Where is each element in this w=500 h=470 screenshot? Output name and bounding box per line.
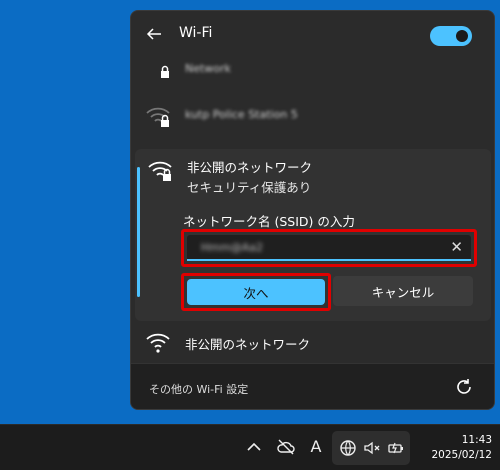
flyout-footer: その他の Wi-Fi 設定 [131,363,494,409]
security-status: セキュリティ保護あり [187,180,312,195]
network-name: kutp Police Station 5 [185,108,298,121]
hidden-network-title: 非公開のネットワーク [187,160,313,175]
quick-settings-tray[interactable] [332,431,410,465]
more-wifi-settings-link[interactable]: その他の Wi-Fi 設定 [149,381,248,397]
ssid-label: ネットワーク名 (SSID) の入力 [183,214,355,229]
network-name: Network [185,62,231,75]
toggle-knob [456,30,468,42]
network-item[interactable]: kutp Police Station 5 [131,95,494,139]
hidden-network-expanded: 非公開のネットワーク セキュリティ保護あり ネットワーク名 (SSID) の入力… [135,149,491,321]
hidden-network-name: 非公開のネットワーク [185,337,311,352]
chevron-up-icon[interactable] [244,437,264,457]
wifi-lock-icon [148,161,172,181]
ime-indicator[interactable]: A [306,437,326,457]
selection-accent [137,167,140,297]
battery-icon [388,442,403,454]
globe-icon [340,440,356,456]
wifi-lock-icon [161,65,169,78]
wifi-flyout: Wi-Fi Network kutp Police Station 5 非公開の… [130,10,495,410]
cancel-button[interactable]: キャンセル [333,276,473,306]
ssid-value: Hmm@Aa2 [201,241,263,254]
wifi-lock-icon [146,107,170,127]
page-title: Wi-Fi [179,25,213,41]
refresh-icon[interactable] [454,377,474,397]
clear-icon[interactable]: ✕ [450,238,463,256]
taskbar: A 11:43 2025/02/12 [0,424,500,470]
speaker-muted-icon [364,441,380,455]
cloud-off-icon[interactable] [276,437,296,457]
clock[interactable]: 11:43 2025/02/12 [431,433,492,463]
ssid-highlight-frame: Hmm@Aa2 ✕ [181,229,477,267]
wifi-toggle[interactable] [430,26,472,46]
clock-date: 2025/02/12 [431,449,492,461]
network-item[interactable]: Network [131,49,494,93]
next-highlight-frame: 次へ [181,273,331,311]
wifi-icon [146,333,170,353]
next-button[interactable]: 次へ [187,279,325,305]
hidden-network-item[interactable]: 非公開のネットワーク [131,321,494,365]
clock-time: 11:43 [461,434,492,446]
ssid-input[interactable]: Hmm@Aa2 ✕ [187,235,471,261]
back-arrow-icon[interactable] [145,25,163,43]
